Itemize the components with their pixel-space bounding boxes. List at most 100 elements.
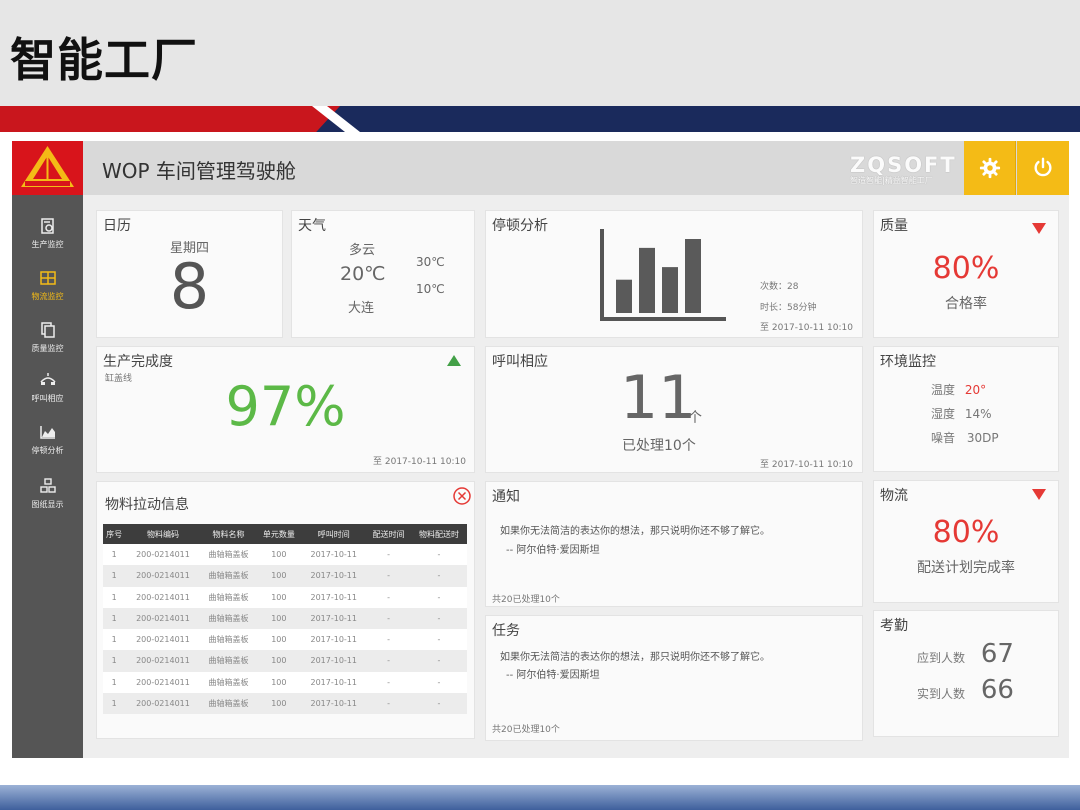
material-table: 序号 物料编码 物料名称 单元数量 呼叫时间 配送时间 物料配送时 1 200-0… <box>103 524 467 714</box>
drawing-display-icon <box>39 478 56 493</box>
task-footer: 共20已处理10个 <box>492 725 560 735</box>
table-cell: 1 <box>103 607 126 629</box>
call-response-panel[interactable]: 呼叫相应 11 个 已处理10个 至 2017-10-11 10:10 <box>485 346 863 473</box>
weather-low: 10℃ <box>416 282 445 296</box>
table-cell: 2017-10-11 <box>301 650 367 672</box>
settings-button[interactable] <box>964 141 1016 195</box>
table-cell: - <box>366 629 411 651</box>
logistics-title: 物流 <box>880 488 908 504</box>
notice-title: 通知 <box>492 489 520 505</box>
table-cell: 2017-10-11 <box>301 692 367 714</box>
table-cell: 曲轴箱盖板 <box>200 671 257 693</box>
sidebar-item-call-response[interactable]: 呼叫相应 <box>12 371 83 419</box>
table-cell: 200-0214011 <box>125 565 201 587</box>
task-panel[interactable]: 任务 如果你无法简洁的表达你的想法，那只说明你还不够了解它。 -- 阿尔伯特·爱… <box>485 615 863 741</box>
table-cell: 1 <box>103 671 126 693</box>
attendance-value: 67 <box>980 639 1014 669</box>
notice-quote: 如果你无法简洁的表达你的想法，那只说明你还不够了解它。 <box>500 526 770 537</box>
table-cell: 1 <box>103 692 126 714</box>
table-cell: 2017-10-11 <box>301 629 367 651</box>
table-cell: - <box>366 650 411 672</box>
trend-down-icon <box>1032 489 1046 500</box>
table-cell: 曲轴箱盖板 <box>200 692 257 714</box>
logistics-value: 80% <box>932 515 1000 550</box>
column-header: 配送时间 <box>366 524 411 544</box>
weather-title: 天气 <box>298 218 326 234</box>
header-stripe-red <box>0 106 340 132</box>
sidebar-item-quality-monitor[interactable]: 质量监控 <box>12 321 83 369</box>
downtime-count: 次数：28 <box>760 282 799 292</box>
table-row[interactable]: 1 200-0214011 曲轴箱盖板 100 2017-10-11- - <box>103 650 467 672</box>
sidebar-item-drawing-display[interactable]: 图纸显示 <box>12 477 83 525</box>
call-response-icon <box>39 373 56 385</box>
calendar-day: 8 <box>169 250 210 323</box>
calendar-title: 日历 <box>103 218 131 234</box>
slide-footer-bar <box>0 785 1080 810</box>
table-cell: 100 <box>256 671 302 693</box>
close-button[interactable] <box>453 487 471 509</box>
table-cell: 100 <box>256 565 302 587</box>
sidebar-item-logistics-monitor[interactable]: 物流监控 <box>12 269 83 317</box>
downtime-chart-bar <box>616 279 632 313</box>
table-cell: 200-0214011 <box>125 607 201 629</box>
downtime-panel[interactable]: 停顿分析 次数：28 时长：58分钟 至 2017-10-11 10:10 <box>485 210 863 338</box>
task-quote: 如果你无法简洁的表达你的想法，那只说明你还不够了解它。 <box>500 652 770 663</box>
power-button[interactable] <box>1017 141 1069 195</box>
weather-city: 大连 <box>348 301 375 316</box>
attendance-label: 实到人数 <box>917 687 966 701</box>
weather-condition: 多云 <box>349 243 376 258</box>
quality-panel: 质量 80% 合格率 <box>873 210 1059 338</box>
table-row[interactable]: 1 200-0214011 曲轴箱盖板 100 2017-10-11- - <box>103 671 467 693</box>
downtime-chart-bar <box>685 239 701 313</box>
downtime-chart-bar <box>639 247 655 313</box>
environment-panel: 环境监控 温度 20° 湿度 14% 噪音 30DP <box>873 346 1059 472</box>
environment-label: 温度 <box>931 383 956 397</box>
task-title: 任务 <box>492 623 520 639</box>
sidebar-item-downtime-analysis[interactable]: 停顿分析 <box>12 423 83 471</box>
quality-label: 合格率 <box>945 296 987 312</box>
calendar-panel: 日历 星期四 8 <box>96 210 283 338</box>
table-row[interactable]: 1 200-0214011 曲轴箱盖板 100 2017-10-11- - <box>103 565 467 587</box>
table-row[interactable]: 1 200-0214011 曲轴箱盖板 100 2017-10-11- - <box>103 629 467 651</box>
call-response-title: 呼叫相应 <box>492 354 548 370</box>
power-icon <box>1034 157 1052 177</box>
environment-row: 温度 20° <box>931 381 986 398</box>
column-header: 单元数量 <box>256 524 302 544</box>
table-cell: - <box>410 607 467 629</box>
table-cell: 1 <box>103 565 126 587</box>
logistics-label: 配送计划完成率 <box>917 560 1015 576</box>
table-cell: 200-0214011 <box>125 629 201 651</box>
table-cell: - <box>366 565 411 587</box>
sidebar-item-production-monitor[interactable]: 生产监控 <box>12 217 83 265</box>
environment-value: 14% <box>964 407 992 421</box>
attendance-row: 应到人数 67 <box>917 639 1014 669</box>
production-panel: 生产完成度 缸盖线 97% 至 2017-10-11 10:10 <box>96 346 475 473</box>
gear-icon <box>979 157 1000 179</box>
downtime-chart <box>600 229 726 321</box>
table-cell: 曲轴箱盖板 <box>200 565 257 587</box>
table-cell: 1 <box>103 650 126 672</box>
production-monitor-icon <box>40 218 54 234</box>
environment-label: 湿度 <box>931 407 956 421</box>
table-row[interactable]: 1 200-0214011 曲轴箱盖板 100 2017-10-11- - <box>103 586 467 608</box>
quality-value: 80% <box>932 251 1000 286</box>
close-icon <box>453 487 471 505</box>
table-cell: 100 <box>256 629 302 651</box>
table-cell: - <box>366 544 411 566</box>
table-row[interactable]: 1 200-0214011 曲轴箱盖板 100 2017-10-11- - <box>103 692 467 714</box>
sidebar-item-label: 质量监控 <box>31 344 64 353</box>
call-handled: 已处理10个 <box>622 438 696 454</box>
call-count: 11 <box>620 363 697 433</box>
table-row[interactable]: 1 200-0214011 曲轴箱盖板 100 2017-10-11- - <box>103 544 467 566</box>
notice-panel[interactable]: 通知 如果你无法简洁的表达你的想法，那只说明你还不够了解它。 -- 阿尔伯特·爱… <box>485 481 863 607</box>
attendance-panel: 考勤 应到人数 67 实到人数 66 <box>873 610 1059 737</box>
downtime-date: 至 2017-10-11 10:10 <box>760 323 853 333</box>
quality-title: 质量 <box>880 218 908 234</box>
weather-temperature: 20℃ <box>340 263 386 285</box>
dashboard-app: WOP 车间管理驾驶舱 ZQSOFT 智造智能|精益智能工厂 生产监控 物流监控… <box>12 141 1069 758</box>
table-row[interactable]: 1 200-0214011 曲轴箱盖板 100 2017-10-11- - <box>103 607 467 629</box>
company-logo[interactable] <box>12 141 83 195</box>
downtime-chart-bar <box>662 267 678 313</box>
sidebar-item-label: 图纸显示 <box>31 500 64 509</box>
top-bar: WOP 车间管理驾驶舱 ZQSOFT 智造智能|精益智能工厂 <box>12 141 1069 195</box>
